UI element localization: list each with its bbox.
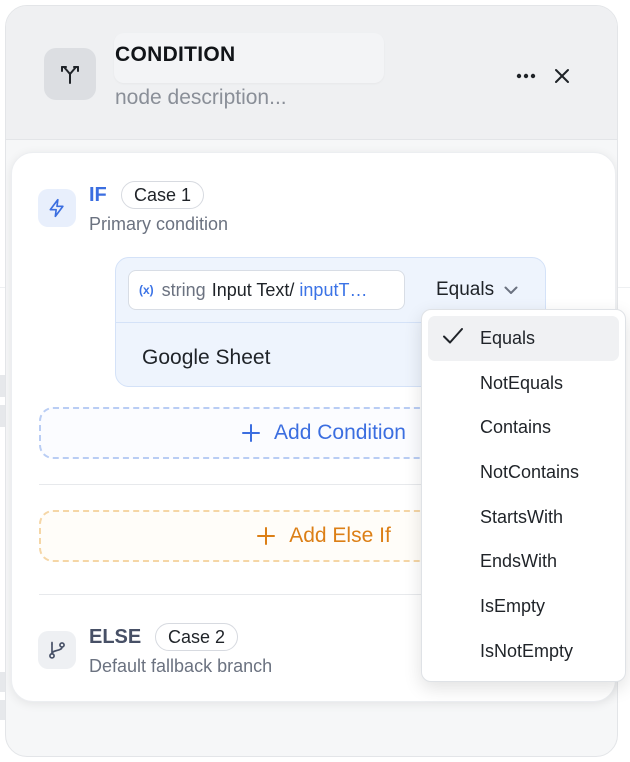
menu-item-notequals[interactable]: NotEquals [428,361,619,406]
git-branch-icon [38,631,76,669]
menu-item-label: NotEquals [480,372,564,393]
add-condition-label: Add Condition [274,421,406,444]
menu-item-notcontains[interactable]: NotContains [428,450,619,495]
menu-item-startswith[interactable]: StartsWith [428,495,619,540]
else-keyword: ELSE [89,626,142,648]
close-icon [555,69,569,83]
menu-item-label: Contains [480,417,552,438]
case-badge: Case 1 [121,181,205,209]
plus-icon [242,424,261,442]
menu-item-isnotempty[interactable]: IsNotEmpty [428,629,619,674]
variable-icon: (x) [139,283,154,297]
if-keyword: IF [89,184,107,206]
menu-item-equals[interactable]: Equals [428,316,619,361]
chevron-down-icon [504,286,518,294]
menu-item-endswith[interactable]: EndsWith [428,539,619,584]
close-button[interactable] [547,61,577,91]
add-else-if-label: Add Else If [289,524,391,547]
menu-item-label: Equals [480,327,536,348]
variable-selector[interactable]: (x) string Input Text/ inputT… [128,270,405,310]
operator-dropdown-menu: Equals NotEquals Contains NotContains St… [421,309,626,682]
node-description-input[interactable]: node description... [115,86,287,110]
menu-item-label: EndsWith [480,551,558,572]
variable-path: inputT… [299,279,368,300]
more-horizontal-icon [516,73,536,79]
variable-name: Input Text/ [211,279,295,300]
operator-label: Equals [436,279,495,300]
menu-item-isempty[interactable]: IsEmpty [428,584,619,629]
variable-type: string [161,279,206,300]
operator-select[interactable]: Equals [436,274,518,306]
case-subtitle: Default fallback branch [89,656,273,676]
lightning-icon [38,189,76,227]
menu-item-label: IsNotEmpty [480,640,574,661]
menu-item-label: IsEmpty [480,595,546,616]
case-subtitle: Primary condition [89,214,229,234]
condition-value-input[interactable]: Google Sheet [142,346,270,370]
plus-icon [257,527,276,545]
node-title[interactable]: CONDITION [115,43,236,67]
more-options-button[interactable] [511,61,541,91]
menu-item-label: StartsWith [480,506,564,527]
menu-item-label: NotContains [480,461,580,482]
case-badge: Case 2 [155,623,239,651]
panel-header: CONDITION node description... [6,6,617,140]
branch-icon [44,48,96,100]
menu-item-contains[interactable]: Contains [428,405,619,450]
check-icon [443,328,463,344]
